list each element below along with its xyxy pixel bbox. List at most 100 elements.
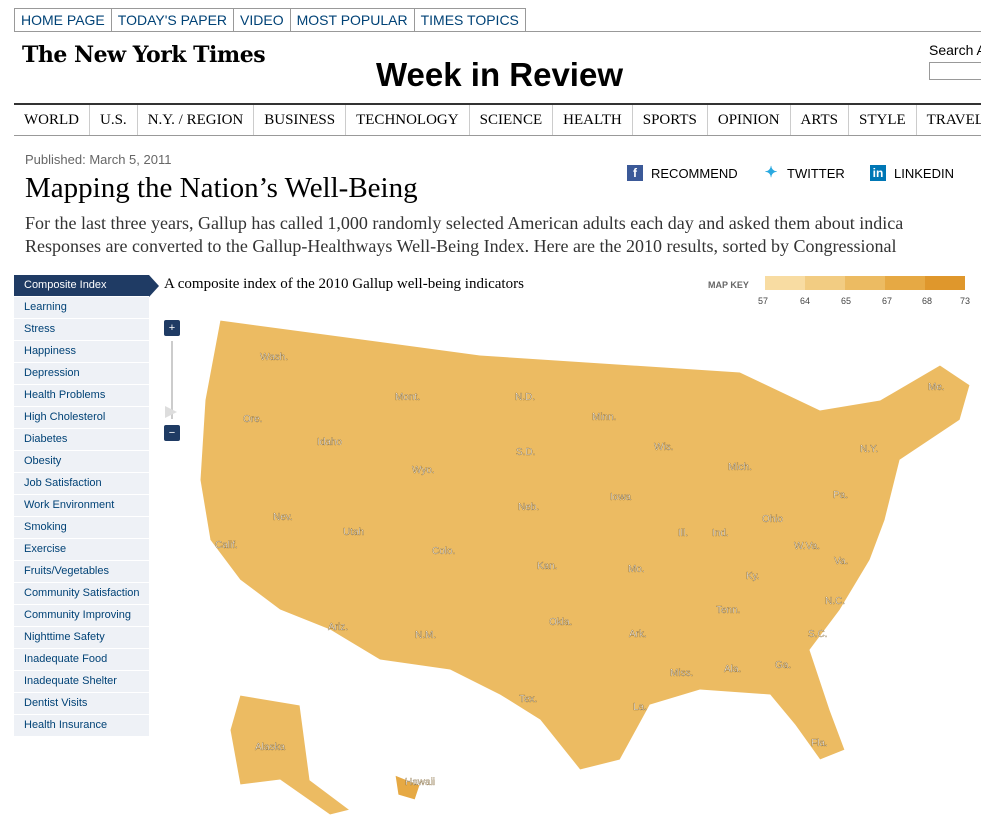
section-science[interactable]: SCIENCE bbox=[470, 105, 554, 135]
menu-item-health-insurance[interactable]: Health Insurance bbox=[14, 715, 149, 737]
linkedin-button[interactable]: in LINKEDIN bbox=[870, 165, 954, 181]
menu-item-inadequate-food[interactable]: Inadequate Food bbox=[14, 649, 149, 671]
tab-most-popular[interactable]: MOST POPULAR bbox=[290, 8, 415, 32]
state-label: Ariz. bbox=[328, 622, 348, 633]
menu-item-health-problems[interactable]: Health Problems bbox=[14, 385, 149, 407]
section-ny-region[interactable]: N.Y. / REGION bbox=[138, 105, 255, 135]
menu-item-community-improving[interactable]: Community Improving bbox=[14, 605, 149, 627]
menu-item-community-satisfaction[interactable]: Community Satisfaction bbox=[14, 583, 149, 605]
linkedin-icon: in bbox=[870, 165, 886, 181]
state-label: N.M. bbox=[415, 630, 436, 641]
legend-swatch bbox=[765, 276, 805, 290]
state-label: Mont. bbox=[395, 392, 420, 403]
twitter-label: TWITTER bbox=[787, 165, 845, 181]
state-label: N.D. bbox=[515, 392, 535, 403]
legend-label: MAP KEY bbox=[708, 280, 749, 290]
state-label: Minn. bbox=[592, 412, 616, 423]
facebook-icon: f bbox=[627, 165, 643, 181]
state-label: Utah bbox=[343, 527, 364, 538]
state-label: Wash. bbox=[260, 352, 288, 363]
menu-item-diabetes[interactable]: Diabetes bbox=[14, 429, 149, 451]
state-label: N.C. bbox=[825, 596, 845, 607]
section-travel[interactable]: TRAVEL bbox=[917, 105, 981, 135]
section-arts[interactable]: ARTS bbox=[791, 105, 849, 135]
state-label: Fla. bbox=[811, 738, 828, 749]
state-label: S.D. bbox=[516, 447, 535, 458]
nyt-logo[interactable]: The New York Times bbox=[22, 42, 266, 68]
legend-tick: 57 bbox=[758, 296, 769, 306]
state-label: Ohio bbox=[762, 514, 784, 525]
twitter-button[interactable]: ✦ TWITTER bbox=[763, 165, 845, 181]
menu-item-high-cholesterol[interactable]: High Cholesterol bbox=[14, 407, 149, 429]
menu-item-nighttime-safety[interactable]: Nighttime Safety bbox=[14, 627, 149, 649]
section-technology[interactable]: TECHNOLOGY bbox=[346, 105, 470, 135]
tab-times-topics[interactable]: TIMES TOPICS bbox=[414, 8, 526, 32]
state-label: W.Va. bbox=[794, 541, 820, 552]
menu-item-happiness[interactable]: Happiness bbox=[14, 341, 149, 363]
state-label: Pa. bbox=[833, 490, 848, 501]
article-deck: For the last three years, Gallup has cal… bbox=[25, 212, 981, 258]
legend-tick: 64 bbox=[800, 296, 811, 306]
state-label: Va. bbox=[834, 556, 848, 567]
section-health[interactable]: HEALTH bbox=[553, 105, 633, 135]
legend-swatch bbox=[845, 276, 885, 290]
recommend-button[interactable]: f RECOMMEND bbox=[627, 165, 738, 181]
state-label: Wis. bbox=[654, 442, 673, 453]
state-label: Mo. bbox=[628, 564, 645, 575]
zoom-out-button[interactable]: − bbox=[164, 425, 180, 441]
menu-item-learning[interactable]: Learning bbox=[14, 297, 149, 319]
state-label: Colo. bbox=[432, 546, 455, 557]
state-label: Tex. bbox=[519, 694, 537, 705]
legend-tick: 65 bbox=[841, 296, 852, 306]
state-label: Kan. bbox=[537, 561, 558, 572]
tab-home-page[interactable]: HOME PAGE bbox=[14, 8, 112, 32]
zoom-slider-handle[interactable] bbox=[165, 406, 177, 418]
state-label: S.C. bbox=[808, 629, 827, 640]
masthead-divider bbox=[14, 31, 981, 32]
menu-item-exercise[interactable]: Exercise bbox=[14, 539, 149, 561]
menu-item-stress[interactable]: Stress bbox=[14, 319, 149, 341]
menu-item-obesity[interactable]: Obesity bbox=[14, 451, 149, 473]
legend-tick: 73 bbox=[960, 296, 971, 306]
twitter-icon: ✦ bbox=[764, 164, 778, 181]
state-label: Idaho bbox=[317, 437, 342, 448]
tab-video[interactable]: VIDEO bbox=[234, 8, 291, 32]
article-headline: Mapping the Nation’s Well-Being bbox=[25, 172, 418, 204]
menu-item-depression[interactable]: Depression bbox=[14, 363, 149, 385]
section-us[interactable]: U.S. bbox=[90, 105, 138, 135]
section-world[interactable]: WORLD bbox=[14, 105, 90, 135]
menu-item-job-satisfaction[interactable]: Job Satisfaction bbox=[14, 473, 149, 495]
well-being-map[interactable]: Wash. Ore. Idaho Mont. N.D. Minn. Wis. M… bbox=[180, 310, 980, 825]
page-title: Week in Review bbox=[376, 56, 624, 93]
state-label: N.Y. bbox=[860, 444, 878, 455]
state-label: Ala. bbox=[724, 664, 741, 675]
state-label: Mich. bbox=[728, 462, 752, 473]
section-opinion[interactable]: OPINION bbox=[708, 105, 791, 135]
alaska-shape bbox=[229, 694, 352, 816]
state-label: Ky. bbox=[746, 571, 760, 582]
menu-item-composite-index[interactable]: Composite Index bbox=[14, 275, 159, 297]
section-sports[interactable]: SPORTS bbox=[633, 105, 708, 135]
top-nav: HOME PAGE TODAY'S PAPER VIDEO MOST POPUL… bbox=[14, 8, 526, 32]
menu-item-work-environment[interactable]: Work Environment bbox=[14, 495, 149, 517]
legend-ticks: 57 64 65 67 68 73 bbox=[758, 296, 978, 308]
menu-item-smoking[interactable]: Smoking bbox=[14, 517, 149, 539]
legend-swatch bbox=[885, 276, 925, 290]
state-label: Miss. bbox=[670, 668, 693, 679]
state-label: Wyo. bbox=[412, 465, 435, 476]
state-label: Iowa bbox=[610, 492, 632, 503]
state-label: Ind. bbox=[712, 528, 729, 539]
search-input[interactable] bbox=[929, 62, 981, 80]
legend-swatch bbox=[925, 276, 965, 290]
tab-todays-paper[interactable]: TODAY'S PAPER bbox=[111, 8, 235, 32]
section-business[interactable]: BUSINESS bbox=[254, 105, 347, 135]
state-label: Alaska bbox=[255, 742, 285, 753]
section-style[interactable]: STYLE bbox=[849, 105, 917, 135]
menu-item-fruits-vegetables[interactable]: Fruits/Vegetables bbox=[14, 561, 149, 583]
publish-date: Published: March 5, 2011 bbox=[25, 152, 172, 167]
menu-item-dentist-visits[interactable]: Dentist Visits bbox=[14, 693, 149, 715]
section-nav: WORLD U.S. N.Y. / REGION BUSINESS TECHNO… bbox=[14, 103, 981, 136]
zoom-in-button[interactable]: + bbox=[164, 320, 180, 336]
deck-line: Responses are converted to the Gallup-He… bbox=[25, 236, 897, 256]
menu-item-inadequate-shelter[interactable]: Inadequate Shelter bbox=[14, 671, 149, 693]
